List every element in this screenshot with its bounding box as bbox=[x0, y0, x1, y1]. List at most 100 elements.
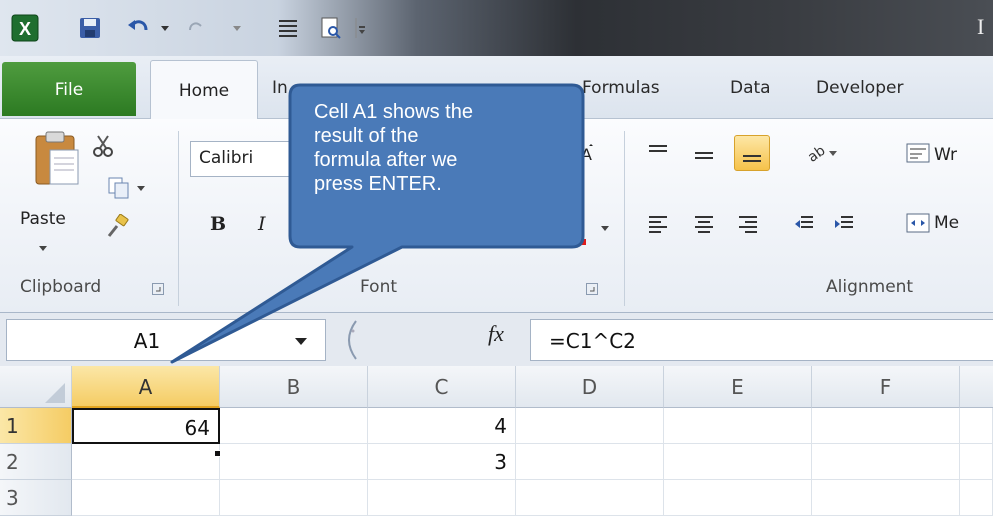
title-bar: X I bbox=[0, 0, 993, 56]
tab-insert[interactable]: In bbox=[272, 78, 288, 108]
cell-a1[interactable]: 64 bbox=[72, 408, 220, 444]
italic-button[interactable]: I bbox=[258, 213, 266, 235]
cell-d2[interactable] bbox=[516, 444, 664, 480]
font-group-label: Font bbox=[360, 277, 398, 297]
cell-d3[interactable] bbox=[516, 480, 664, 516]
align-top-icon[interactable] bbox=[644, 139, 672, 167]
font-launcher-icon[interactable] bbox=[584, 281, 600, 297]
copy-dropdown-icon[interactable] bbox=[134, 181, 148, 195]
cell-f2[interactable] bbox=[812, 444, 960, 480]
column-header-b[interactable]: B bbox=[220, 366, 368, 408]
print-preview-icon[interactable] bbox=[318, 14, 344, 42]
formula-bar: A1 fx =C1^C2 bbox=[0, 313, 993, 366]
ribbon-separator bbox=[178, 131, 179, 306]
clipboard-launcher-icon[interactable] bbox=[150, 281, 166, 297]
formula-bar-divider bbox=[338, 319, 362, 361]
alignment-group-label: Alignment bbox=[826, 277, 914, 297]
wrap-text-button[interactable]: Wr bbox=[934, 145, 957, 165]
align-center-icon[interactable] bbox=[690, 209, 718, 237]
cell-g1[interactable] bbox=[960, 408, 993, 444]
align-bottom-icon[interactable] bbox=[734, 135, 770, 171]
select-all-corner[interactable] bbox=[0, 366, 72, 408]
cell-b1[interactable] bbox=[220, 408, 368, 444]
cell-a2[interactable] bbox=[72, 444, 220, 480]
bold-button[interactable]: B bbox=[210, 213, 226, 235]
wrap-text-icon[interactable] bbox=[904, 139, 932, 167]
paste-icon[interactable] bbox=[30, 129, 84, 189]
align-middle-icon[interactable] bbox=[690, 141, 718, 169]
merge-center-icon[interactable] bbox=[904, 209, 932, 237]
tab-developer[interactable]: Developer bbox=[816, 78, 903, 108]
column-header-g[interactable] bbox=[960, 366, 993, 408]
redo-dropdown-icon[interactable] bbox=[230, 14, 244, 42]
format-painter-icon[interactable] bbox=[104, 213, 132, 241]
increase-indent-icon[interactable] bbox=[830, 209, 858, 237]
cell-c2[interactable]: 3 bbox=[368, 444, 516, 480]
cell-b3[interactable] bbox=[220, 480, 368, 516]
cell-d1[interactable] bbox=[516, 408, 664, 444]
paste-button[interactable]: Paste bbox=[20, 209, 66, 229]
merge-center-button[interactable]: Me bbox=[934, 213, 959, 233]
align-right-icon[interactable] bbox=[734, 209, 762, 237]
font-name-value: Calibri bbox=[199, 148, 254, 168]
worksheet-grid: A B C D E F 1 2 3 64 4 3 bbox=[0, 366, 993, 529]
row-header-1[interactable]: 1 bbox=[0, 408, 72, 444]
callout-line: press ENTER. bbox=[314, 173, 442, 195]
tab-file[interactable]: File bbox=[2, 62, 136, 116]
callout-line: result of the bbox=[314, 125, 419, 147]
undo-dropdown-icon[interactable] bbox=[158, 14, 172, 42]
column-header-f[interactable]: F bbox=[812, 366, 960, 408]
cell-g3[interactable] bbox=[960, 480, 993, 516]
column-header-a[interactable]: A bbox=[72, 366, 220, 408]
decrease-indent-icon[interactable] bbox=[790, 209, 818, 237]
row-header-2[interactable]: 2 bbox=[0, 444, 72, 480]
align-left-icon[interactable] bbox=[644, 209, 672, 237]
window-title: I bbox=[977, 14, 985, 39]
cell-e2[interactable] bbox=[664, 444, 812, 480]
undo-icon[interactable] bbox=[124, 14, 152, 42]
svg-text:X: X bbox=[19, 19, 31, 39]
align-icon[interactable] bbox=[276, 14, 300, 42]
name-box-value: A1 bbox=[133, 329, 161, 353]
font-color-dropdown-icon[interactable] bbox=[598, 221, 612, 235]
cut-icon[interactable] bbox=[90, 133, 116, 159]
row-header-3[interactable]: 3 bbox=[0, 480, 72, 516]
insert-function-button[interactable]: fx bbox=[488, 321, 504, 347]
cell-e1[interactable] bbox=[664, 408, 812, 444]
tab-data[interactable]: Data bbox=[730, 78, 771, 108]
cell-a3[interactable] bbox=[72, 480, 220, 516]
cell-c3[interactable] bbox=[368, 480, 516, 516]
tab-formulas[interactable]: Formulas bbox=[582, 78, 660, 108]
font-color-icon[interactable] bbox=[558, 217, 588, 251]
grow-font-icon[interactable]: A bbox=[578, 143, 594, 163]
column-header-e[interactable]: E bbox=[664, 366, 812, 408]
cell-g2[interactable] bbox=[960, 444, 993, 480]
ribbon-separator bbox=[624, 131, 625, 306]
tab-home[interactable]: Home bbox=[150, 60, 258, 120]
callout-text: Cell A1 shows the result of the formula … bbox=[314, 100, 572, 196]
excel-logo-icon: X bbox=[10, 14, 40, 42]
name-box-dropdown-icon[interactable] bbox=[293, 333, 309, 349]
name-box[interactable]: A1 bbox=[6, 319, 326, 361]
redo-icon[interactable] bbox=[186, 14, 208, 42]
column-header-c[interactable]: C bbox=[368, 366, 516, 408]
svg-text:A: A bbox=[581, 145, 592, 162]
cell-e3[interactable] bbox=[664, 480, 812, 516]
paste-dropdown-icon[interactable] bbox=[36, 241, 50, 255]
cell-f1[interactable] bbox=[812, 408, 960, 444]
customize-toolbar-icon[interactable] bbox=[352, 14, 370, 42]
svg-text:ab: ab bbox=[805, 143, 829, 165]
clipboard-group-label: Clipboard bbox=[20, 277, 102, 297]
callout-line: formula after we bbox=[314, 149, 458, 171]
cell-c1[interactable]: 4 bbox=[368, 408, 516, 444]
cell-b2[interactable] bbox=[220, 444, 368, 480]
save-icon[interactable] bbox=[76, 14, 104, 42]
copy-icon[interactable] bbox=[106, 175, 132, 201]
font-name-box[interactable]: Calibri bbox=[190, 141, 290, 177]
column-header-d[interactable]: D bbox=[516, 366, 664, 408]
callout-line: Cell A1 shows the bbox=[314, 101, 473, 123]
orientation-icon[interactable]: ab bbox=[804, 139, 840, 167]
cell-f3[interactable] bbox=[812, 480, 960, 516]
fill-handle[interactable] bbox=[214, 450, 221, 457]
formula-input[interactable]: =C1^C2 bbox=[530, 319, 993, 361]
